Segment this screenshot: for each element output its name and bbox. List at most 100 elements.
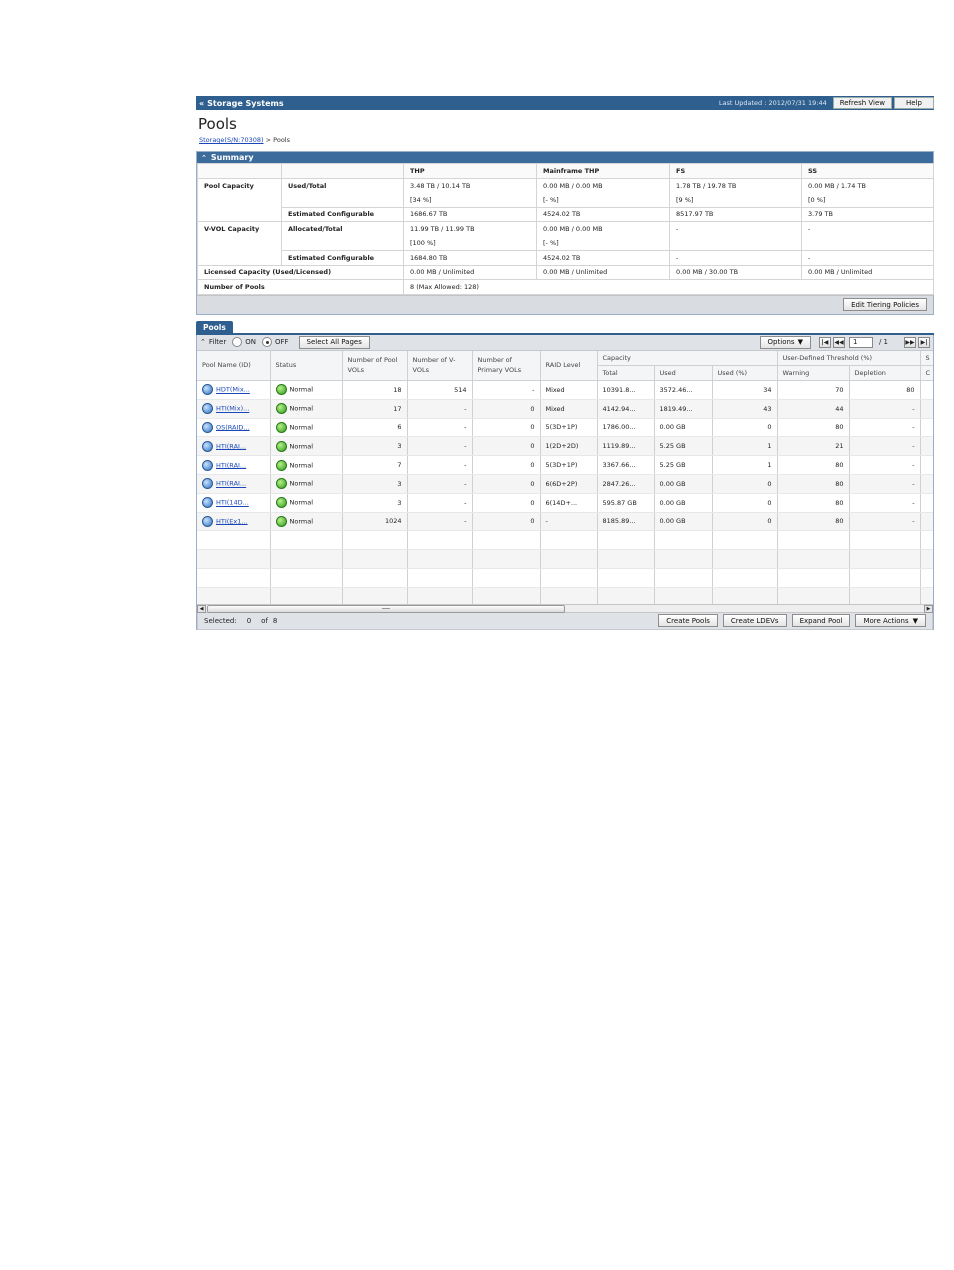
table-row[interactable]: HTI(RAI... Normal 3-0 1(2D+2D) 1119.89... 5.2… bbox=[197, 436, 933, 457]
summary-cell: 1686.67 TB bbox=[403, 206, 537, 222]
summary-footer: Edit Tiering Policies bbox=[197, 294, 933, 314]
primary-vols-cell: - bbox=[472, 380, 541, 400]
breadcrumb-storage-link[interactable]: Storage(S/N:70308) bbox=[199, 136, 264, 144]
summary-cell: [9 %] bbox=[669, 192, 802, 208]
summary-cell: 4524.02 TB bbox=[536, 206, 670, 222]
status-normal-icon bbox=[275, 478, 287, 490]
total-cell: 8185.89... bbox=[597, 512, 655, 532]
pool-name-link[interactable]: HTI(Ex1... bbox=[216, 517, 248, 525]
summary-col-header: THP bbox=[403, 163, 537, 179]
status-normal-icon bbox=[275, 459, 287, 471]
pools-grid: Pool Name (ID) Status Number of Pool VOL… bbox=[197, 350, 933, 604]
extra-cell bbox=[920, 474, 933, 494]
summary-header[interactable]: ⌃ Summary bbox=[197, 152, 933, 163]
col-used-pct[interactable]: Used (%) bbox=[712, 365, 778, 381]
status-text: Normal bbox=[289, 479, 314, 488]
help-button[interactable]: Help bbox=[894, 97, 934, 109]
summary-cell: 3.79 TB bbox=[801, 206, 934, 222]
refresh-view-button[interactable]: Refresh View bbox=[832, 97, 892, 109]
pool-name-cell: HDT(Mix... bbox=[197, 380, 271, 400]
col-raid-level[interactable]: RAID Level bbox=[540, 350, 598, 381]
col-status[interactable]: Status bbox=[270, 350, 343, 381]
depletion-cell: 80 bbox=[849, 380, 921, 400]
status-normal-icon bbox=[275, 440, 287, 452]
col-pool-vols[interactable]: Number of Pool VOLs bbox=[342, 350, 408, 381]
pool-name-cell: HTI(14D... bbox=[197, 493, 271, 513]
vvols-cell: - bbox=[407, 418, 473, 438]
last-page-icon[interactable]: ▶| bbox=[918, 336, 930, 348]
summary-col-header: SS bbox=[801, 163, 934, 179]
edit-tiering-policies-button[interactable]: Edit Tiering Policies bbox=[843, 298, 927, 311]
empty-row bbox=[197, 549, 933, 569]
of-count: 8 bbox=[272, 616, 278, 625]
table-row[interactable]: HTI(RAI... Normal 7-0 5(3D+1P) 3367.66... 5.2… bbox=[197, 455, 933, 475]
empty-cell bbox=[270, 530, 343, 551]
pagination: Options ▼ |◀ ◀◀ 1 / 1 ▶▶ ▶| bbox=[750, 335, 930, 349]
expand-pool-button[interactable]: Expand Pool bbox=[791, 614, 851, 627]
pool-name-link[interactable]: HTI(RAI... bbox=[216, 442, 246, 450]
horizontal-scrollbar[interactable]: ◀ ▶ bbox=[197, 603, 933, 613]
tab-pools[interactable]: Pools bbox=[196, 320, 233, 333]
filter-on-radio[interactable] bbox=[232, 337, 243, 347]
more-actions-button[interactable]: More Actions ▼ bbox=[855, 614, 926, 627]
select-all-pages-button[interactable]: Select All Pages bbox=[298, 335, 370, 349]
empty-cell bbox=[342, 530, 408, 551]
table-row[interactable]: HTI(Ex1... Normal 1024-0-8185.89... 0.00 GB… bbox=[197, 512, 933, 532]
storage-systems-label: Storage Systems bbox=[207, 98, 284, 108]
create-ldevs-button[interactable]: Create LDEVs bbox=[722, 614, 787, 627]
scroll-thumb[interactable] bbox=[207, 604, 565, 613]
pool-name-link[interactable]: HTI(14D... bbox=[216, 499, 249, 507]
empty-cell bbox=[777, 530, 850, 551]
raid-level-cell: Mixed bbox=[540, 399, 598, 419]
pool-name-link[interactable]: OS(RAID... bbox=[216, 423, 250, 431]
table-row[interactable]: HTI(RAI... Normal 3-0 6(6D+2P) 2847.26... 0.0… bbox=[197, 474, 933, 494]
scroll-left-icon[interactable]: ◀ bbox=[197, 604, 206, 613]
filter-off-radio[interactable] bbox=[261, 337, 272, 347]
next-page-icon[interactable]: ▶▶ bbox=[904, 336, 916, 348]
col-total[interactable]: Total bbox=[597, 365, 655, 381]
empty-cell bbox=[540, 568, 598, 588]
scroll-right-icon[interactable]: ▶ bbox=[924, 604, 933, 613]
raid-level-cell: Mixed bbox=[540, 380, 598, 400]
empty-cell bbox=[712, 530, 778, 551]
storage-systems-nav[interactable]: «Storage Systems bbox=[196, 99, 719, 108]
status-cell: Normal bbox=[270, 399, 343, 419]
first-page-icon[interactable]: |◀ bbox=[818, 336, 831, 348]
col-primary-vols[interactable]: Number of Primary VOLs bbox=[472, 350, 541, 381]
col-extra[interactable]: C bbox=[920, 365, 933, 381]
prev-page-icon[interactable]: ◀◀ bbox=[832, 336, 845, 348]
filter-off-label: OFF bbox=[274, 338, 289, 346]
table-row[interactable]: HTI(14D... Normal 3-0 6(14D+... 595.87 GB 0.0… bbox=[197, 493, 933, 513]
pool-name-link[interactable]: HTI(RAI... bbox=[216, 480, 246, 488]
warning-cell: 44 bbox=[777, 399, 850, 419]
table-row[interactable]: HDT(Mix... Normal 18 514- Mixed 10391.8... 357… bbox=[197, 380, 933, 400]
table-row[interactable]: HTI(Mix)... Normal 17-0 Mixed 4142.94... 1819… bbox=[197, 399, 933, 419]
options-button[interactable]: Options ▼ bbox=[759, 335, 811, 349]
col-used[interactable]: Used bbox=[654, 365, 713, 381]
pool-name-link[interactable]: HTI(RAI... bbox=[216, 461, 246, 469]
empty-cell bbox=[777, 549, 850, 569]
breadcrumb: Storage(S/N:70308) > Pools bbox=[199, 136, 934, 144]
empty-cell bbox=[777, 568, 850, 588]
col-pool-name[interactable]: Pool Name (ID) bbox=[197, 350, 271, 381]
status-normal-icon bbox=[275, 497, 287, 509]
caret-down-icon: ▼ bbox=[797, 338, 803, 346]
filter-chevron-icon[interactable]: ⌃ bbox=[200, 338, 206, 346]
page-number-input[interactable]: 1 bbox=[848, 336, 873, 348]
pool-name-link[interactable]: HTI(Mix)... bbox=[216, 405, 249, 413]
status-cell: Normal bbox=[270, 380, 343, 400]
pool-vols-cell: 6 bbox=[342, 418, 408, 438]
used-pct-cell: 1 bbox=[712, 455, 778, 475]
empty-cell bbox=[597, 530, 655, 551]
col-warning[interactable]: Warning bbox=[777, 365, 850, 381]
pool-name-link[interactable]: HDT(Mix... bbox=[216, 386, 250, 394]
table-row[interactable]: OS(RAID... Normal 6-0 5(3D+1P) 1786.00... 0.0… bbox=[197, 418, 933, 438]
create-pools-button[interactable]: Create Pools bbox=[658, 614, 718, 627]
empty-cell bbox=[407, 587, 473, 604]
used-pct-cell: 0 bbox=[712, 418, 778, 438]
breadcrumb-current: Pools bbox=[273, 136, 290, 144]
raid-level-cell: 6(14D+... bbox=[540, 493, 598, 513]
col-vvols[interactable]: Number of V-VOLs bbox=[407, 350, 473, 381]
col-depletion[interactable]: Depletion bbox=[849, 365, 921, 381]
summary-cell bbox=[669, 236, 802, 251]
